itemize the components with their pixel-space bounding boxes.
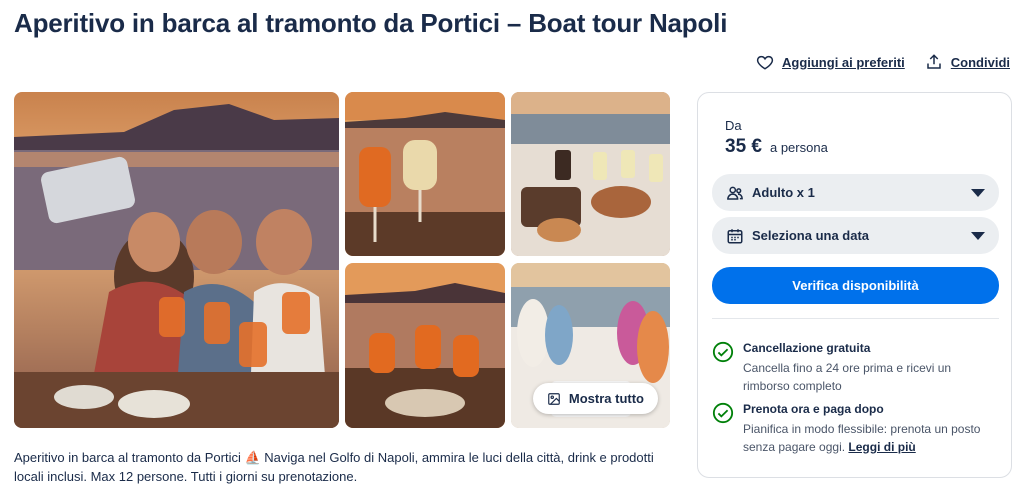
cheers-drinks-image xyxy=(345,263,505,428)
selfie-group-image xyxy=(14,92,339,428)
gallery-image-4[interactable] xyxy=(345,263,505,428)
check-circle-icon xyxy=(712,341,734,363)
benefit-book-now-pay-later: Prenota ora e paga dopo Pianifica in mod… xyxy=(712,402,999,456)
gallery-image-2[interactable] xyxy=(345,92,505,256)
chevron-down-icon xyxy=(971,231,985,240)
date-select[interactable]: Seleziona una data xyxy=(712,217,999,254)
image-icon xyxy=(548,392,560,405)
show-all-label: Mostra tutto xyxy=(568,391,644,406)
gallery-image-3[interactable] xyxy=(511,92,670,256)
read-more-link[interactable]: Leggi di più xyxy=(848,440,915,454)
chevron-down-icon xyxy=(971,188,985,197)
price-block: 35 € a persona xyxy=(725,136,828,158)
benefit-free-cancellation: Cancellazione gratuita Cancella fino a 2… xyxy=(712,341,999,395)
check-circle-icon xyxy=(712,402,734,424)
price-amount: 35 € xyxy=(725,136,762,157)
date-label: Seleziona una data xyxy=(752,228,870,243)
show-all-photos-button[interactable]: Mostra tutto xyxy=(532,383,658,414)
header-actions: Aggiungi ai preferiti Condividi xyxy=(756,53,1010,71)
tour-description: Aperitivo in barca al tramonto da Portic… xyxy=(14,450,654,484)
participants-select[interactable]: Adulto x 1 xyxy=(712,174,999,211)
people-icon xyxy=(727,186,743,200)
benefit-title: Cancellazione gratuita xyxy=(743,341,871,355)
benefit-title: Prenota ora e paga dopo xyxy=(743,402,884,416)
price-unit: a persona xyxy=(769,140,828,155)
benefit-text-wrap: Pianifica in modo flessibile: prenota un… xyxy=(743,420,999,456)
spritz-glasses-image xyxy=(345,92,505,256)
heart-icon xyxy=(756,55,774,70)
boat-table-food-image xyxy=(511,92,670,256)
benefit-text: Cancella fino a 24 ore prima e ricevi un… xyxy=(743,361,952,393)
price-from-label: Da xyxy=(725,118,742,133)
add-to-favorites-button[interactable]: Aggiungi ai preferiti xyxy=(756,53,905,71)
participants-label: Adulto x 1 xyxy=(752,185,815,200)
gallery-image-5[interactable]: Mostra tutto xyxy=(511,263,670,428)
share-label: Condividi xyxy=(950,54,1010,70)
favorites-label: Aggiungi ai preferiti xyxy=(781,54,905,70)
share-button[interactable]: Condividi xyxy=(925,53,1010,71)
divider xyxy=(712,318,999,319)
check-availability-button[interactable]: Verifica disponibilità xyxy=(712,267,999,304)
gallery-image-main[interactable] xyxy=(14,92,339,428)
photo-gallery: Mostra tutto xyxy=(14,92,670,428)
share-icon xyxy=(927,54,941,69)
calendar-icon xyxy=(727,228,743,243)
booking-card: Da 35 € a persona Adulto x 1 Seleziona u… xyxy=(697,92,1012,478)
page-title: Aperitivo in barca al tramonto da Portic… xyxy=(14,8,728,38)
